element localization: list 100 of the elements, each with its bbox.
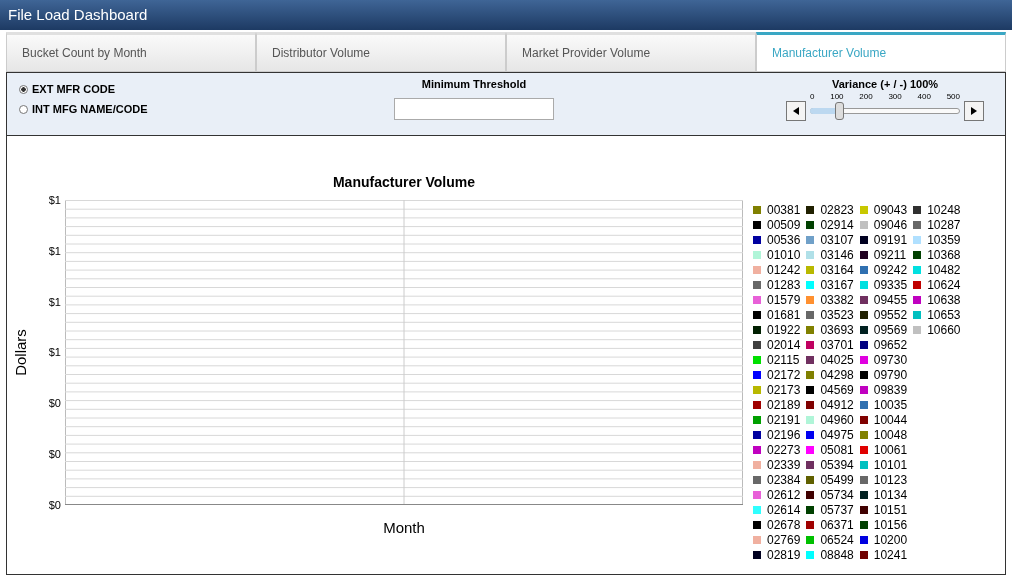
legend-label: 03164 xyxy=(820,262,854,277)
y-tick-label: $1 xyxy=(48,194,61,206)
x-axis-label: Month xyxy=(382,519,426,536)
legend-label: 01922 xyxy=(767,322,801,337)
increase-button[interactable] xyxy=(964,101,984,121)
legend-label: 09569 xyxy=(873,322,908,337)
legend-label: 04960 xyxy=(820,412,854,427)
legend-label: 09242 xyxy=(873,262,908,277)
legend-label: 01010 xyxy=(767,247,801,262)
y-tick-label: $1 xyxy=(48,295,61,308)
legend-label: 02914 xyxy=(820,217,854,232)
slider-tick-label: 0 xyxy=(810,92,815,101)
legend-label: 02384 xyxy=(767,472,801,487)
legend-label: 08848 xyxy=(820,547,854,562)
legend-label: 02823 xyxy=(820,202,854,217)
legend-label: 01283 xyxy=(767,277,801,292)
legend-label: 05081 xyxy=(820,442,854,457)
slider-thumb[interactable] xyxy=(835,102,844,120)
legend-label: 09839 xyxy=(873,382,908,397)
legend-label: 10061 xyxy=(873,442,908,457)
threshold-label: Minimum Threshold xyxy=(421,78,527,90)
tab[interactable]: Distributor Volume xyxy=(256,32,506,72)
legend-label: 04912 xyxy=(820,397,854,412)
legend-label: 01242 xyxy=(767,262,801,277)
legend-label: 02612 xyxy=(767,487,801,502)
legend-label: 10156 xyxy=(873,517,908,532)
legend-label: 02614 xyxy=(767,502,801,517)
legend-label: 04025 xyxy=(820,352,854,367)
radio-button[interactable] xyxy=(19,84,28,94)
slider-track[interactable] xyxy=(810,102,960,120)
legend-label: 09191 xyxy=(873,232,908,247)
legend-label: 03107 xyxy=(820,232,854,247)
left-triangle-icon xyxy=(793,107,799,115)
radio-label[interactable]: INT MFG NAME/CODE xyxy=(32,103,148,115)
legend-label: 03382 xyxy=(820,292,854,307)
legend-label: 09652 xyxy=(873,337,908,352)
legend-label: 09046 xyxy=(873,217,908,232)
right-triangle-icon xyxy=(971,107,977,115)
legend-label: 02819 xyxy=(767,547,801,562)
legend-label: 02769 xyxy=(767,532,801,547)
legend-label: 00509 xyxy=(767,217,801,232)
slider-tick-label: 400 xyxy=(917,92,931,101)
legend-label: 03693 xyxy=(820,322,854,337)
y-tick-label: $1 xyxy=(48,244,61,257)
legend-label: 10368 xyxy=(927,247,961,262)
legend-label: 10248 xyxy=(927,202,961,217)
legend-label: 01579 xyxy=(767,292,801,307)
y-tick-label: $0 xyxy=(48,397,61,410)
legend-label: 02172 xyxy=(767,367,801,382)
legend-label: 05499 xyxy=(820,472,854,487)
window-title: File Load Dashboard xyxy=(0,0,1012,30)
y-tick-label: $0 xyxy=(48,498,61,511)
legend-label: 04975 xyxy=(820,427,854,442)
legend-label: 02339 xyxy=(767,457,801,472)
legend-label: 10660 xyxy=(927,322,961,337)
legend-label: 06371 xyxy=(820,517,854,532)
legend-label: 10638 xyxy=(927,292,961,307)
legend-label: 09730 xyxy=(873,352,908,367)
legend-label: 05734 xyxy=(820,487,854,502)
chart-title: Manufacturer Volume xyxy=(331,174,477,190)
legend-label: 03701 xyxy=(820,337,854,352)
legend-label: 10048 xyxy=(873,427,908,442)
slider-tick-label: 100 xyxy=(830,92,844,101)
legend-label: 02014 xyxy=(767,337,801,352)
legend-label: 06524 xyxy=(820,532,854,547)
legend-label: 09455 xyxy=(873,292,908,307)
variance-label: Variance (+ / -) 100% xyxy=(831,78,939,90)
legend-label: 01681 xyxy=(767,307,801,322)
legend-label: 10241 xyxy=(873,547,908,562)
legend-label: 10359 xyxy=(927,232,961,247)
legend-label: 09211 xyxy=(873,247,907,262)
legend-label: 03167 xyxy=(820,277,854,292)
legend-label: 09043 xyxy=(873,202,908,217)
legend-label: 10123 xyxy=(873,472,908,487)
slider-tick-label: 300 xyxy=(888,92,902,101)
slider-tick-label: 500 xyxy=(946,92,960,101)
legend-label: 00536 xyxy=(767,232,801,247)
legend-label: 04298 xyxy=(820,367,854,382)
legend-label: 10044 xyxy=(873,412,908,427)
legend-label: 10482 xyxy=(927,262,961,277)
radio-button[interactable] xyxy=(19,104,28,114)
tab[interactable]: Bucket Count by Month xyxy=(6,32,256,72)
legend-label: 10200 xyxy=(873,532,908,547)
legend-label: 02191 xyxy=(767,412,801,427)
legend-label: 03523 xyxy=(820,307,854,322)
legend-label: 02273 xyxy=(767,442,801,457)
legend-label: 09790 xyxy=(873,367,908,382)
legend-label: 02196 xyxy=(767,427,801,442)
legend-label: 02678 xyxy=(767,517,801,532)
threshold-field[interactable] xyxy=(394,98,554,120)
legend-label: 05737 xyxy=(820,502,854,517)
radio-label[interactable]: EXT MFR CODE xyxy=(32,83,116,95)
legend-label: 10151 xyxy=(873,502,908,517)
legend-label: 10287 xyxy=(927,217,961,232)
legend-label: 10134 xyxy=(873,487,908,502)
tab[interactable]: Market Provider Volume xyxy=(506,32,756,72)
decrease-button[interactable] xyxy=(786,101,806,121)
legend-label: 10035 xyxy=(873,397,908,412)
legend-label: 09335 xyxy=(873,277,908,292)
legend-label: 10624 xyxy=(927,277,961,292)
